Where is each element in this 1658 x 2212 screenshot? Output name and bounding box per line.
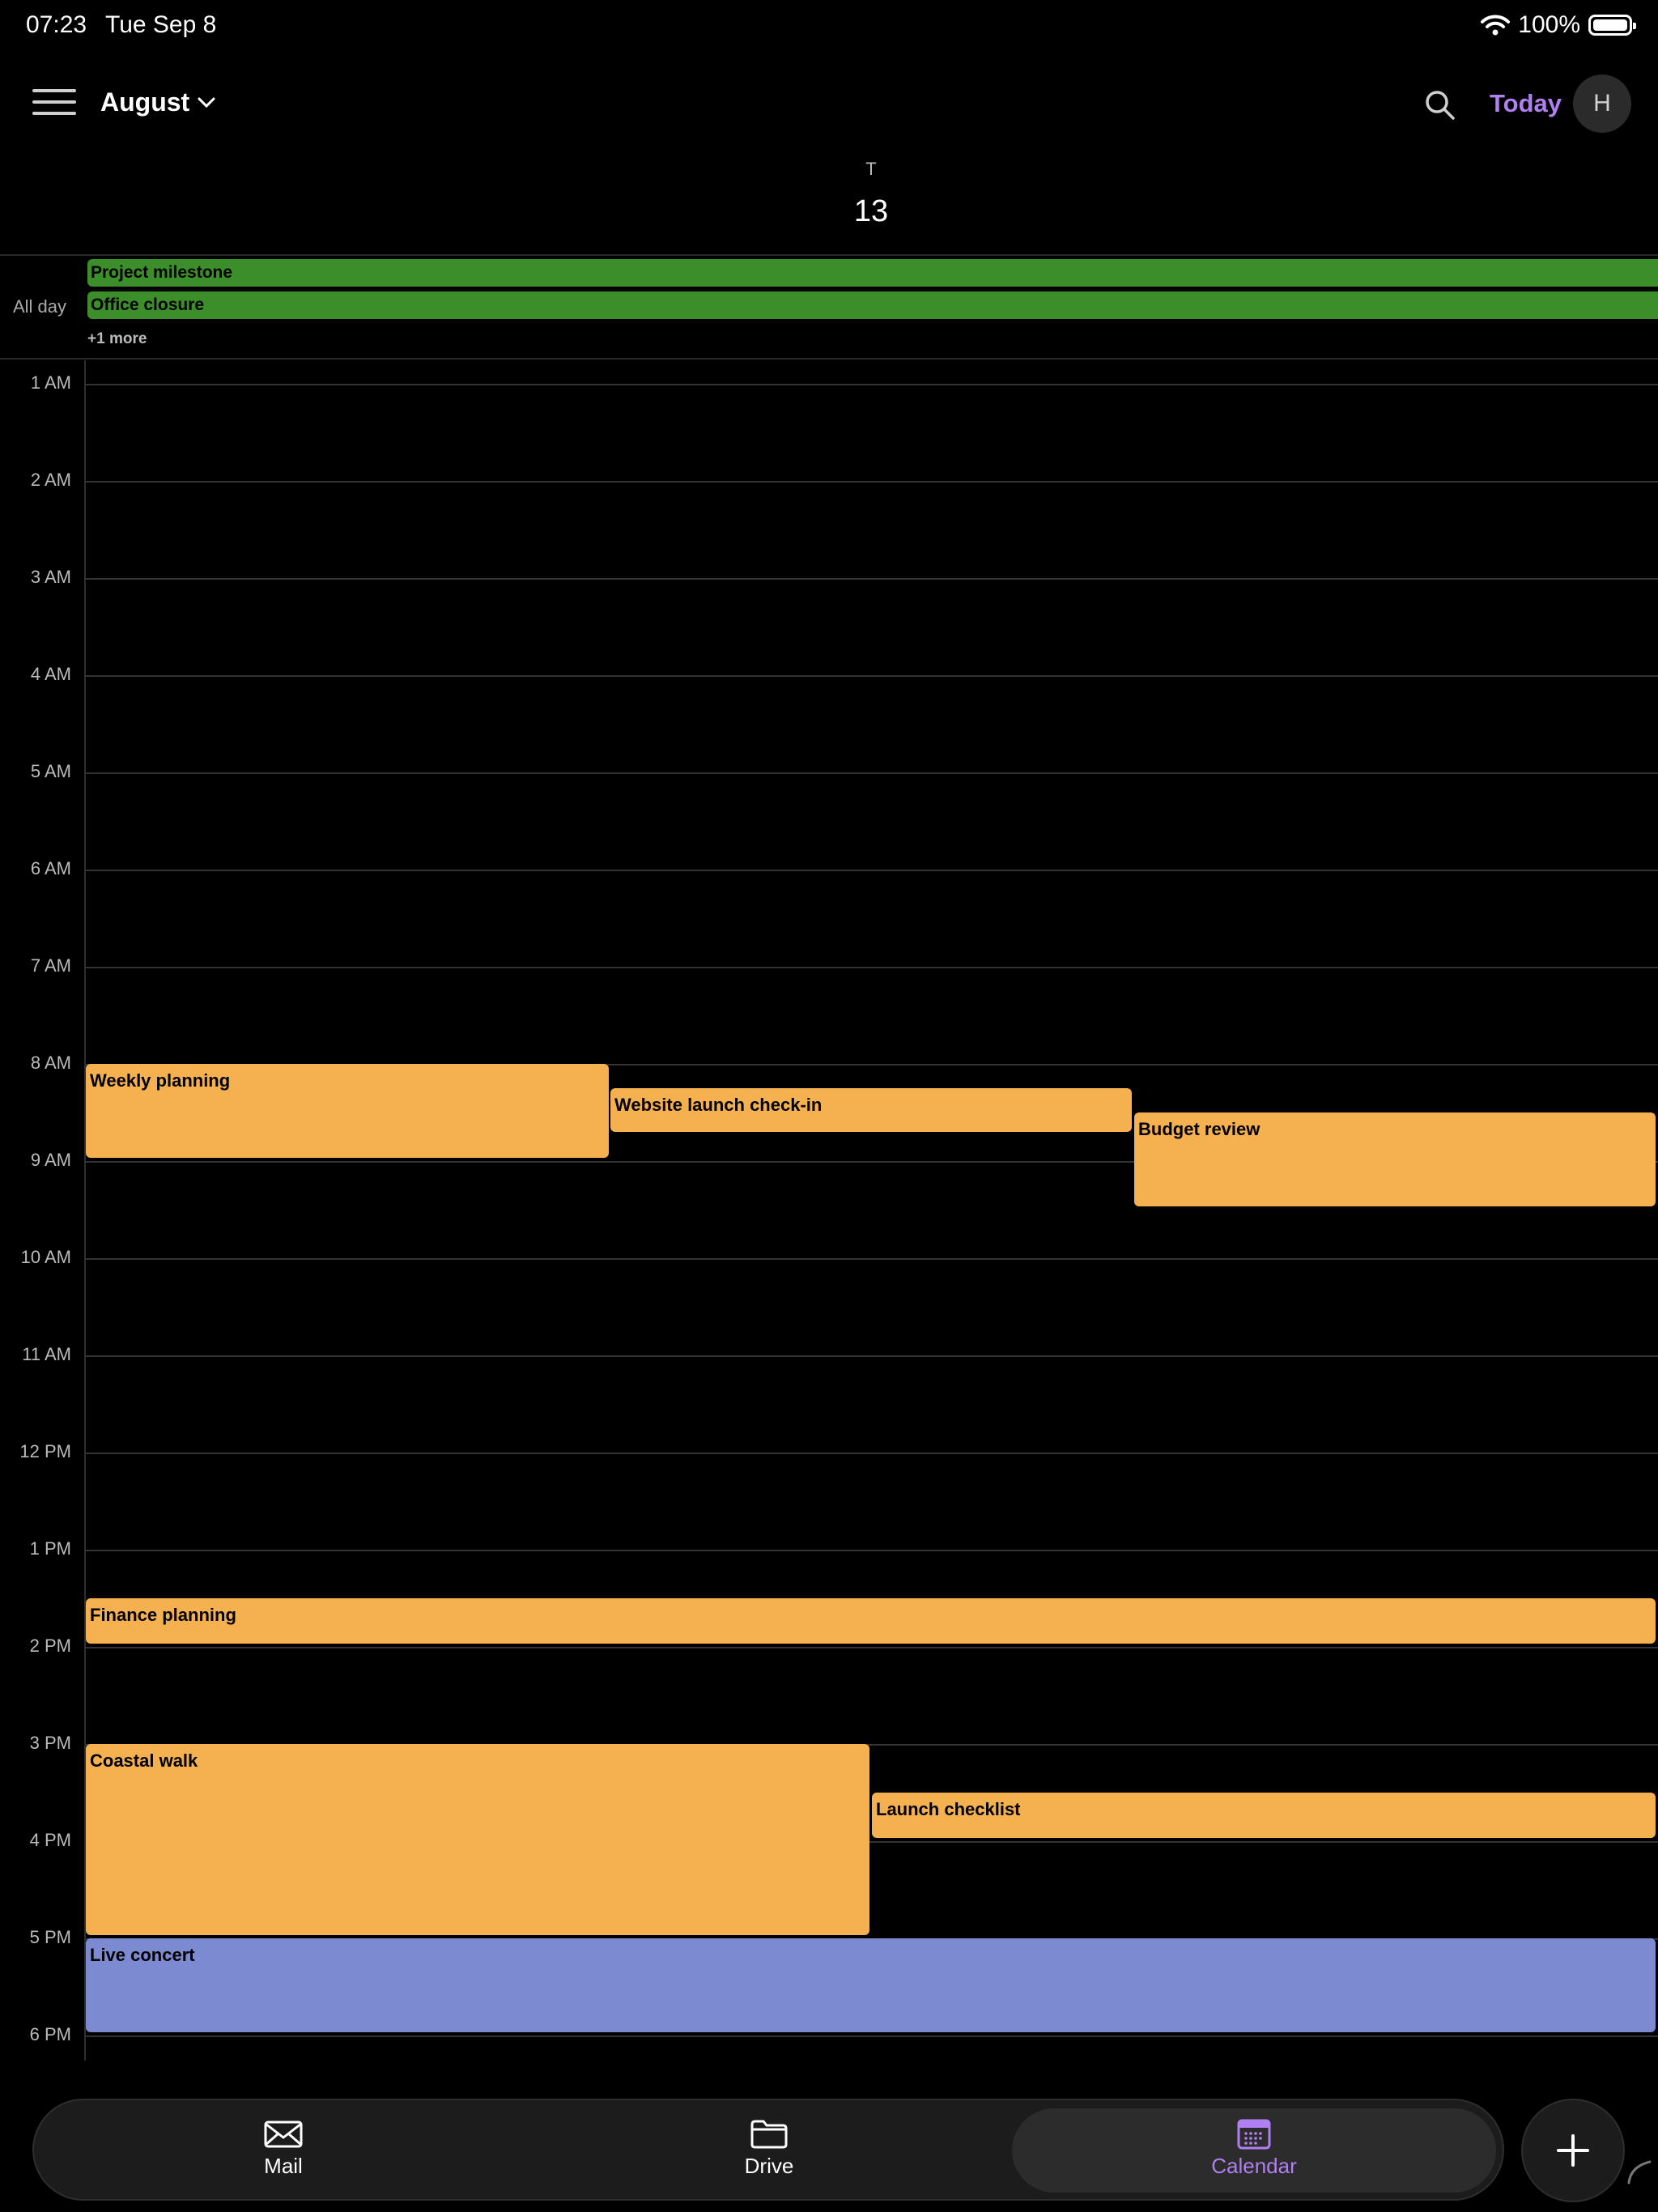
tab-label: Calendar xyxy=(1211,2154,1297,2178)
event-weekly-planning[interactable]: Weekly planning xyxy=(86,1064,609,1158)
hour-gridline xyxy=(86,1647,1658,1648)
hour-label: 4 PM xyxy=(29,1830,71,1850)
hour-gridline xyxy=(86,384,1658,385)
mail-icon xyxy=(264,2121,303,2148)
hour-gridline xyxy=(86,1453,1658,1454)
hour-gridline xyxy=(86,578,1658,580)
tab-drive[interactable]: Drive xyxy=(688,2118,850,2186)
hour-label: 11 AM xyxy=(22,1344,71,1364)
event-live-concert[interactable]: Live concert xyxy=(86,1938,1656,2032)
add-event-button[interactable] xyxy=(1521,2099,1625,2202)
event-coastal-walk[interactable]: Coastal walk xyxy=(86,1744,869,1935)
hour-label: 1 AM xyxy=(30,372,71,393)
hour-label: 7 AM xyxy=(30,955,71,976)
all-day-event[interactable]: Office closure xyxy=(87,291,1658,319)
hour-gridline xyxy=(86,870,1658,871)
event-finance-planning[interactable]: Finance planning xyxy=(86,1598,1656,1644)
event-budget-review[interactable]: Budget review xyxy=(1134,1112,1656,1206)
divider xyxy=(0,254,1658,256)
status-date: Tue Sep 8 xyxy=(105,11,217,38)
folder-icon xyxy=(750,2120,788,2149)
search-icon[interactable] xyxy=(1422,87,1458,123)
status-time: 07:23 xyxy=(26,11,87,38)
day-number[interactable]: 13 xyxy=(834,194,908,229)
more-events-link[interactable]: +1 more xyxy=(87,330,147,348)
resize-handle-icon xyxy=(1627,2160,1652,2184)
hour-gridline xyxy=(86,1550,1658,1551)
hour-label: 5 AM xyxy=(30,761,71,781)
hour-label: 6 AM xyxy=(30,858,71,878)
battery-icon xyxy=(1588,15,1636,36)
hour-label: 9 AM xyxy=(30,1150,71,1170)
hour-label: 12 PM xyxy=(19,1441,71,1461)
hour-label: 2 AM xyxy=(30,470,71,490)
tab-label: Mail xyxy=(264,2154,303,2178)
hour-label: 10 AM xyxy=(20,1247,71,1267)
hour-label: 3 AM xyxy=(30,567,71,587)
battery-percent: 100% xyxy=(1518,11,1580,38)
all-day-label: All day xyxy=(13,296,67,317)
tab-calendar[interactable]: Calendar xyxy=(1173,2118,1335,2186)
hour-label: 3 PM xyxy=(29,1733,71,1753)
hour-gridline xyxy=(86,772,1658,774)
hour-gridline xyxy=(86,1355,1658,1357)
wifi-icon xyxy=(1481,15,1511,36)
hour-label: 2 PM xyxy=(29,1636,71,1656)
plus-icon xyxy=(1557,2134,1589,2167)
hour-label: 1 PM xyxy=(29,1538,71,1559)
tab-mail[interactable]: Mail xyxy=(202,2118,364,2186)
hour-gridline xyxy=(86,675,1658,677)
hour-label: 5 PM xyxy=(29,1927,71,1947)
hour-gridline xyxy=(86,967,1658,968)
menu-icon[interactable] xyxy=(32,89,76,117)
weekday-label: T xyxy=(865,159,877,179)
hour-gridline xyxy=(86,2035,1658,2037)
status-indicators: 100% xyxy=(1481,11,1636,39)
hour-gridline xyxy=(86,1258,1658,1260)
hour-gridline xyxy=(86,481,1658,483)
event-website-launch-check-in[interactable]: Website launch check-in xyxy=(610,1088,1132,1132)
divider xyxy=(0,358,1658,359)
hour-label: 4 AM xyxy=(30,664,71,684)
month-selector[interactable]: August xyxy=(100,87,215,117)
hour-label: 6 PM xyxy=(29,2024,71,2044)
all-day-event[interactable]: Project milestone xyxy=(87,259,1658,287)
hour-label: 8 AM xyxy=(30,1053,71,1073)
tab-label: Drive xyxy=(744,2154,794,2178)
month-label: August xyxy=(100,87,190,117)
today-button[interactable]: Today xyxy=(1490,89,1562,118)
chevron-down-icon xyxy=(198,97,215,108)
event-launch-checklist[interactable]: Launch checklist xyxy=(872,1793,1656,1838)
avatar[interactable]: H xyxy=(1573,74,1631,133)
calendar-icon xyxy=(1237,2119,1271,2150)
